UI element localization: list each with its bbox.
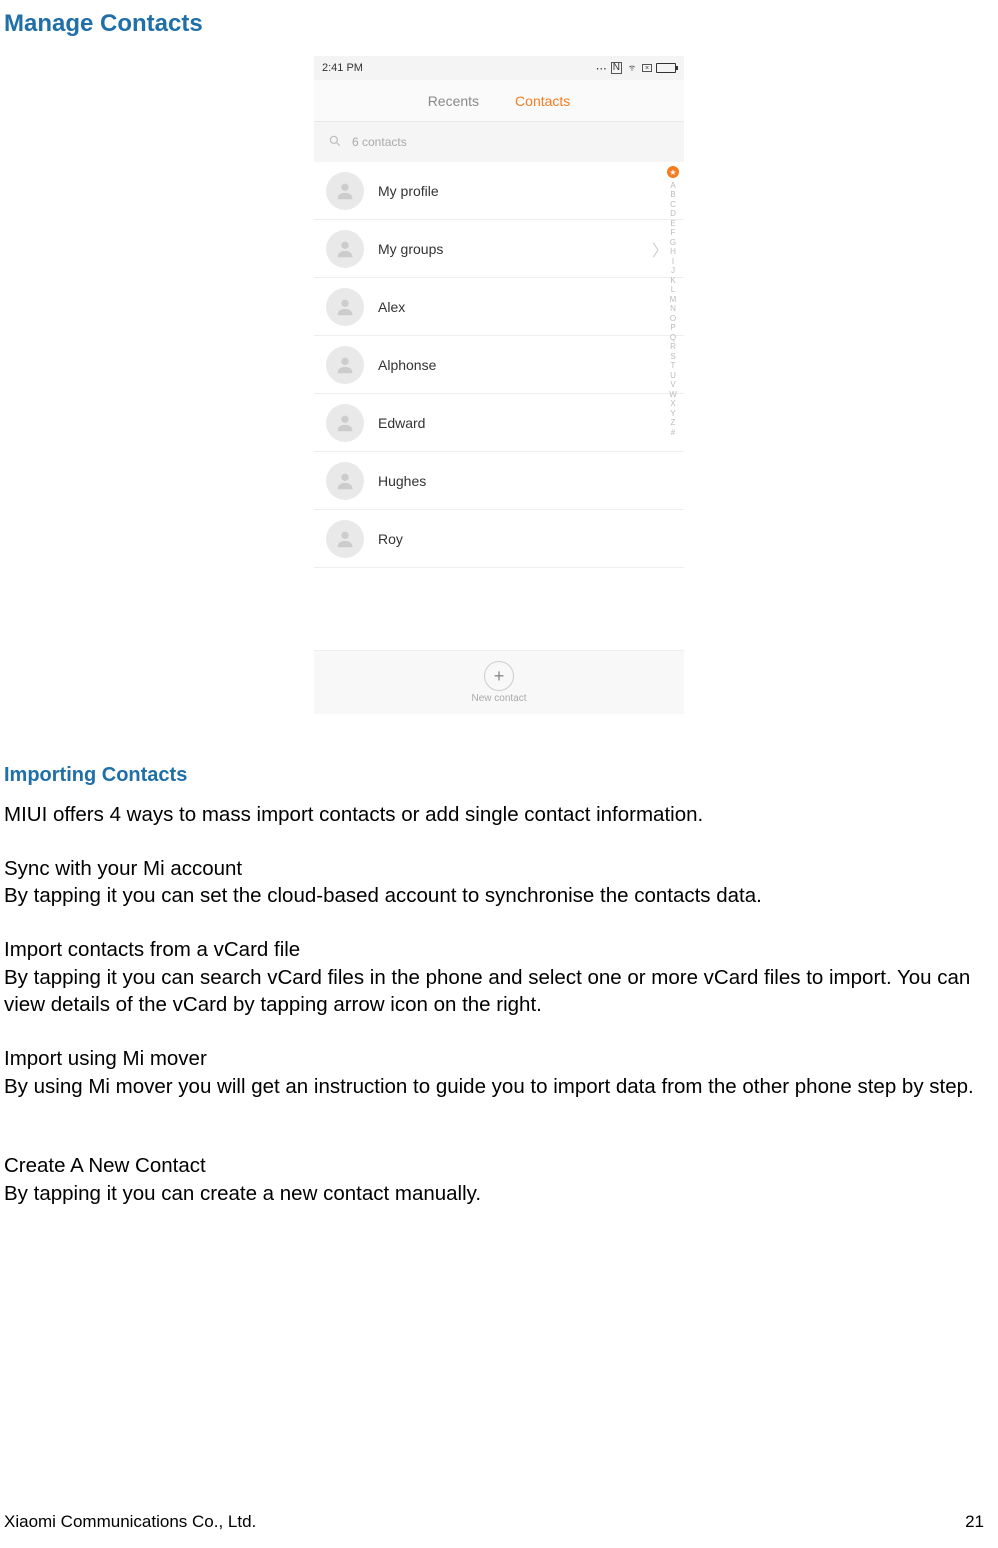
index-letter[interactable]: J bbox=[671, 266, 675, 275]
index-letter[interactable]: S bbox=[670, 352, 675, 361]
index-letter[interactable]: B bbox=[670, 190, 675, 199]
index-letter[interactable]: O bbox=[670, 314, 676, 323]
three-dots-icon: ⋯ bbox=[596, 62, 607, 75]
list-item[interactable]: Hughes bbox=[314, 452, 684, 510]
index-letter[interactable]: Q bbox=[670, 333, 676, 342]
index-letter[interactable]: R bbox=[670, 342, 676, 351]
body-content: MIUI offers 4 ways to mass import contac… bbox=[4, 801, 994, 1208]
nfc-icon: N bbox=[611, 62, 622, 74]
index-letter[interactable]: Y bbox=[670, 409, 675, 418]
list-item[interactable]: Roy bbox=[314, 510, 684, 568]
index-letter[interactable]: N bbox=[670, 304, 676, 313]
index-letter[interactable]: M bbox=[670, 295, 677, 304]
tab-contacts[interactable]: Contacts bbox=[515, 93, 570, 109]
body-paragraph: By tapping it you can set the cloud-base… bbox=[4, 882, 994, 910]
heading-importing-contacts: Importing Contacts bbox=[4, 764, 998, 787]
contacts-list: My profile My groups 〉 Alex Alphonse Edw… bbox=[314, 162, 684, 650]
avatar-icon bbox=[326, 230, 364, 268]
list-item-label: Edward bbox=[378, 415, 672, 431]
index-letter[interactable]: T bbox=[671, 361, 676, 370]
body-subheading: Import using Mi mover bbox=[4, 1045, 994, 1073]
avatar-icon bbox=[326, 346, 364, 384]
signal-x-icon: × bbox=[642, 64, 652, 72]
avatar-icon bbox=[326, 288, 364, 326]
body-subheading: Create A New Contact bbox=[4, 1152, 994, 1180]
list-item-label: Alphonse bbox=[378, 357, 672, 373]
list-item-label: Hughes bbox=[378, 473, 672, 489]
index-letter[interactable]: D bbox=[670, 209, 676, 218]
tab-recents[interactable]: Recents bbox=[428, 93, 479, 109]
index-letter[interactable]: I bbox=[672, 257, 674, 266]
body-paragraph: MIUI offers 4 ways to mass import contac… bbox=[4, 801, 994, 829]
index-letter[interactable]: C bbox=[670, 200, 676, 209]
index-letter[interactable]: Z bbox=[671, 418, 676, 427]
body-paragraph: By using Mi mover you will get an instru… bbox=[4, 1073, 994, 1101]
index-letter[interactable]: V bbox=[670, 380, 675, 389]
list-item[interactable]: Alex bbox=[314, 278, 684, 336]
index-letter[interactable]: H bbox=[670, 247, 676, 256]
list-item[interactable]: Edward bbox=[314, 394, 684, 452]
body-subheading: Sync with your Mi account bbox=[4, 855, 994, 883]
status-time: 2:41 PM bbox=[322, 62, 363, 74]
heading-manage-contacts: Manage Contacts bbox=[4, 10, 998, 38]
new-contact-label: New contact bbox=[471, 693, 526, 704]
search-placeholder: 6 contacts bbox=[352, 135, 407, 149]
index-letter[interactable]: G bbox=[670, 238, 676, 247]
index-letter[interactable]: P bbox=[670, 323, 675, 332]
list-item-label: Alex bbox=[378, 299, 672, 315]
avatar-icon bbox=[326, 172, 364, 210]
index-letter[interactable]: L bbox=[671, 285, 675, 294]
new-contact-button[interactable]: + New contact bbox=[314, 650, 684, 714]
body-paragraph: By tapping it you can search vCard files… bbox=[4, 964, 994, 1019]
list-item-label: My groups bbox=[378, 241, 638, 257]
wifi-icon bbox=[626, 62, 638, 75]
footer-company: Xiaomi Communications Co., Ltd. bbox=[4, 1512, 256, 1532]
avatar-icon bbox=[326, 520, 364, 558]
status-bar: 2:41 PM ⋯ N × bbox=[314, 56, 684, 80]
list-item-label: Roy bbox=[378, 531, 672, 547]
index-letter[interactable]: W bbox=[669, 390, 677, 399]
index-letter[interactable]: A bbox=[670, 181, 675, 190]
index-letter[interactable]: U bbox=[670, 371, 676, 380]
app-tab-bar: Recents Contacts bbox=[314, 80, 684, 122]
search-icon bbox=[328, 134, 342, 151]
plus-icon: + bbox=[484, 661, 514, 691]
body-paragraph: By tapping it you can create a new conta… bbox=[4, 1180, 994, 1208]
avatar-icon bbox=[326, 404, 364, 442]
index-letter[interactable]: F bbox=[671, 228, 676, 237]
list-item[interactable]: My groups 〉 bbox=[314, 220, 684, 278]
alpha-index-bar[interactable]: ★ A B C D E F G H I J K L M N O P Q R S … bbox=[666, 166, 680, 580]
list-item[interactable]: My profile bbox=[314, 162, 684, 220]
body-subheading: Import contacts from a vCard file bbox=[4, 936, 994, 964]
avatar-icon bbox=[326, 462, 364, 500]
index-letter[interactable]: X bbox=[670, 399, 675, 408]
footer-page-number: 21 bbox=[965, 1512, 984, 1532]
search-row[interactable]: 6 contacts bbox=[314, 122, 684, 162]
status-icons: ⋯ N × bbox=[596, 62, 676, 75]
phone-screenshot: 2:41 PM ⋯ N × Recents Contacts 6 contact… bbox=[314, 56, 684, 714]
list-item-label: My profile bbox=[378, 183, 672, 199]
index-letter[interactable]: K bbox=[670, 276, 675, 285]
battery-icon bbox=[656, 63, 676, 73]
index-letter[interactable]: # bbox=[671, 428, 675, 437]
star-icon[interactable]: ★ bbox=[667, 166, 679, 178]
list-item[interactable]: Alphonse bbox=[314, 336, 684, 394]
page-footer: Xiaomi Communications Co., Ltd. 21 bbox=[4, 1512, 984, 1532]
index-letter[interactable]: E bbox=[670, 219, 675, 228]
